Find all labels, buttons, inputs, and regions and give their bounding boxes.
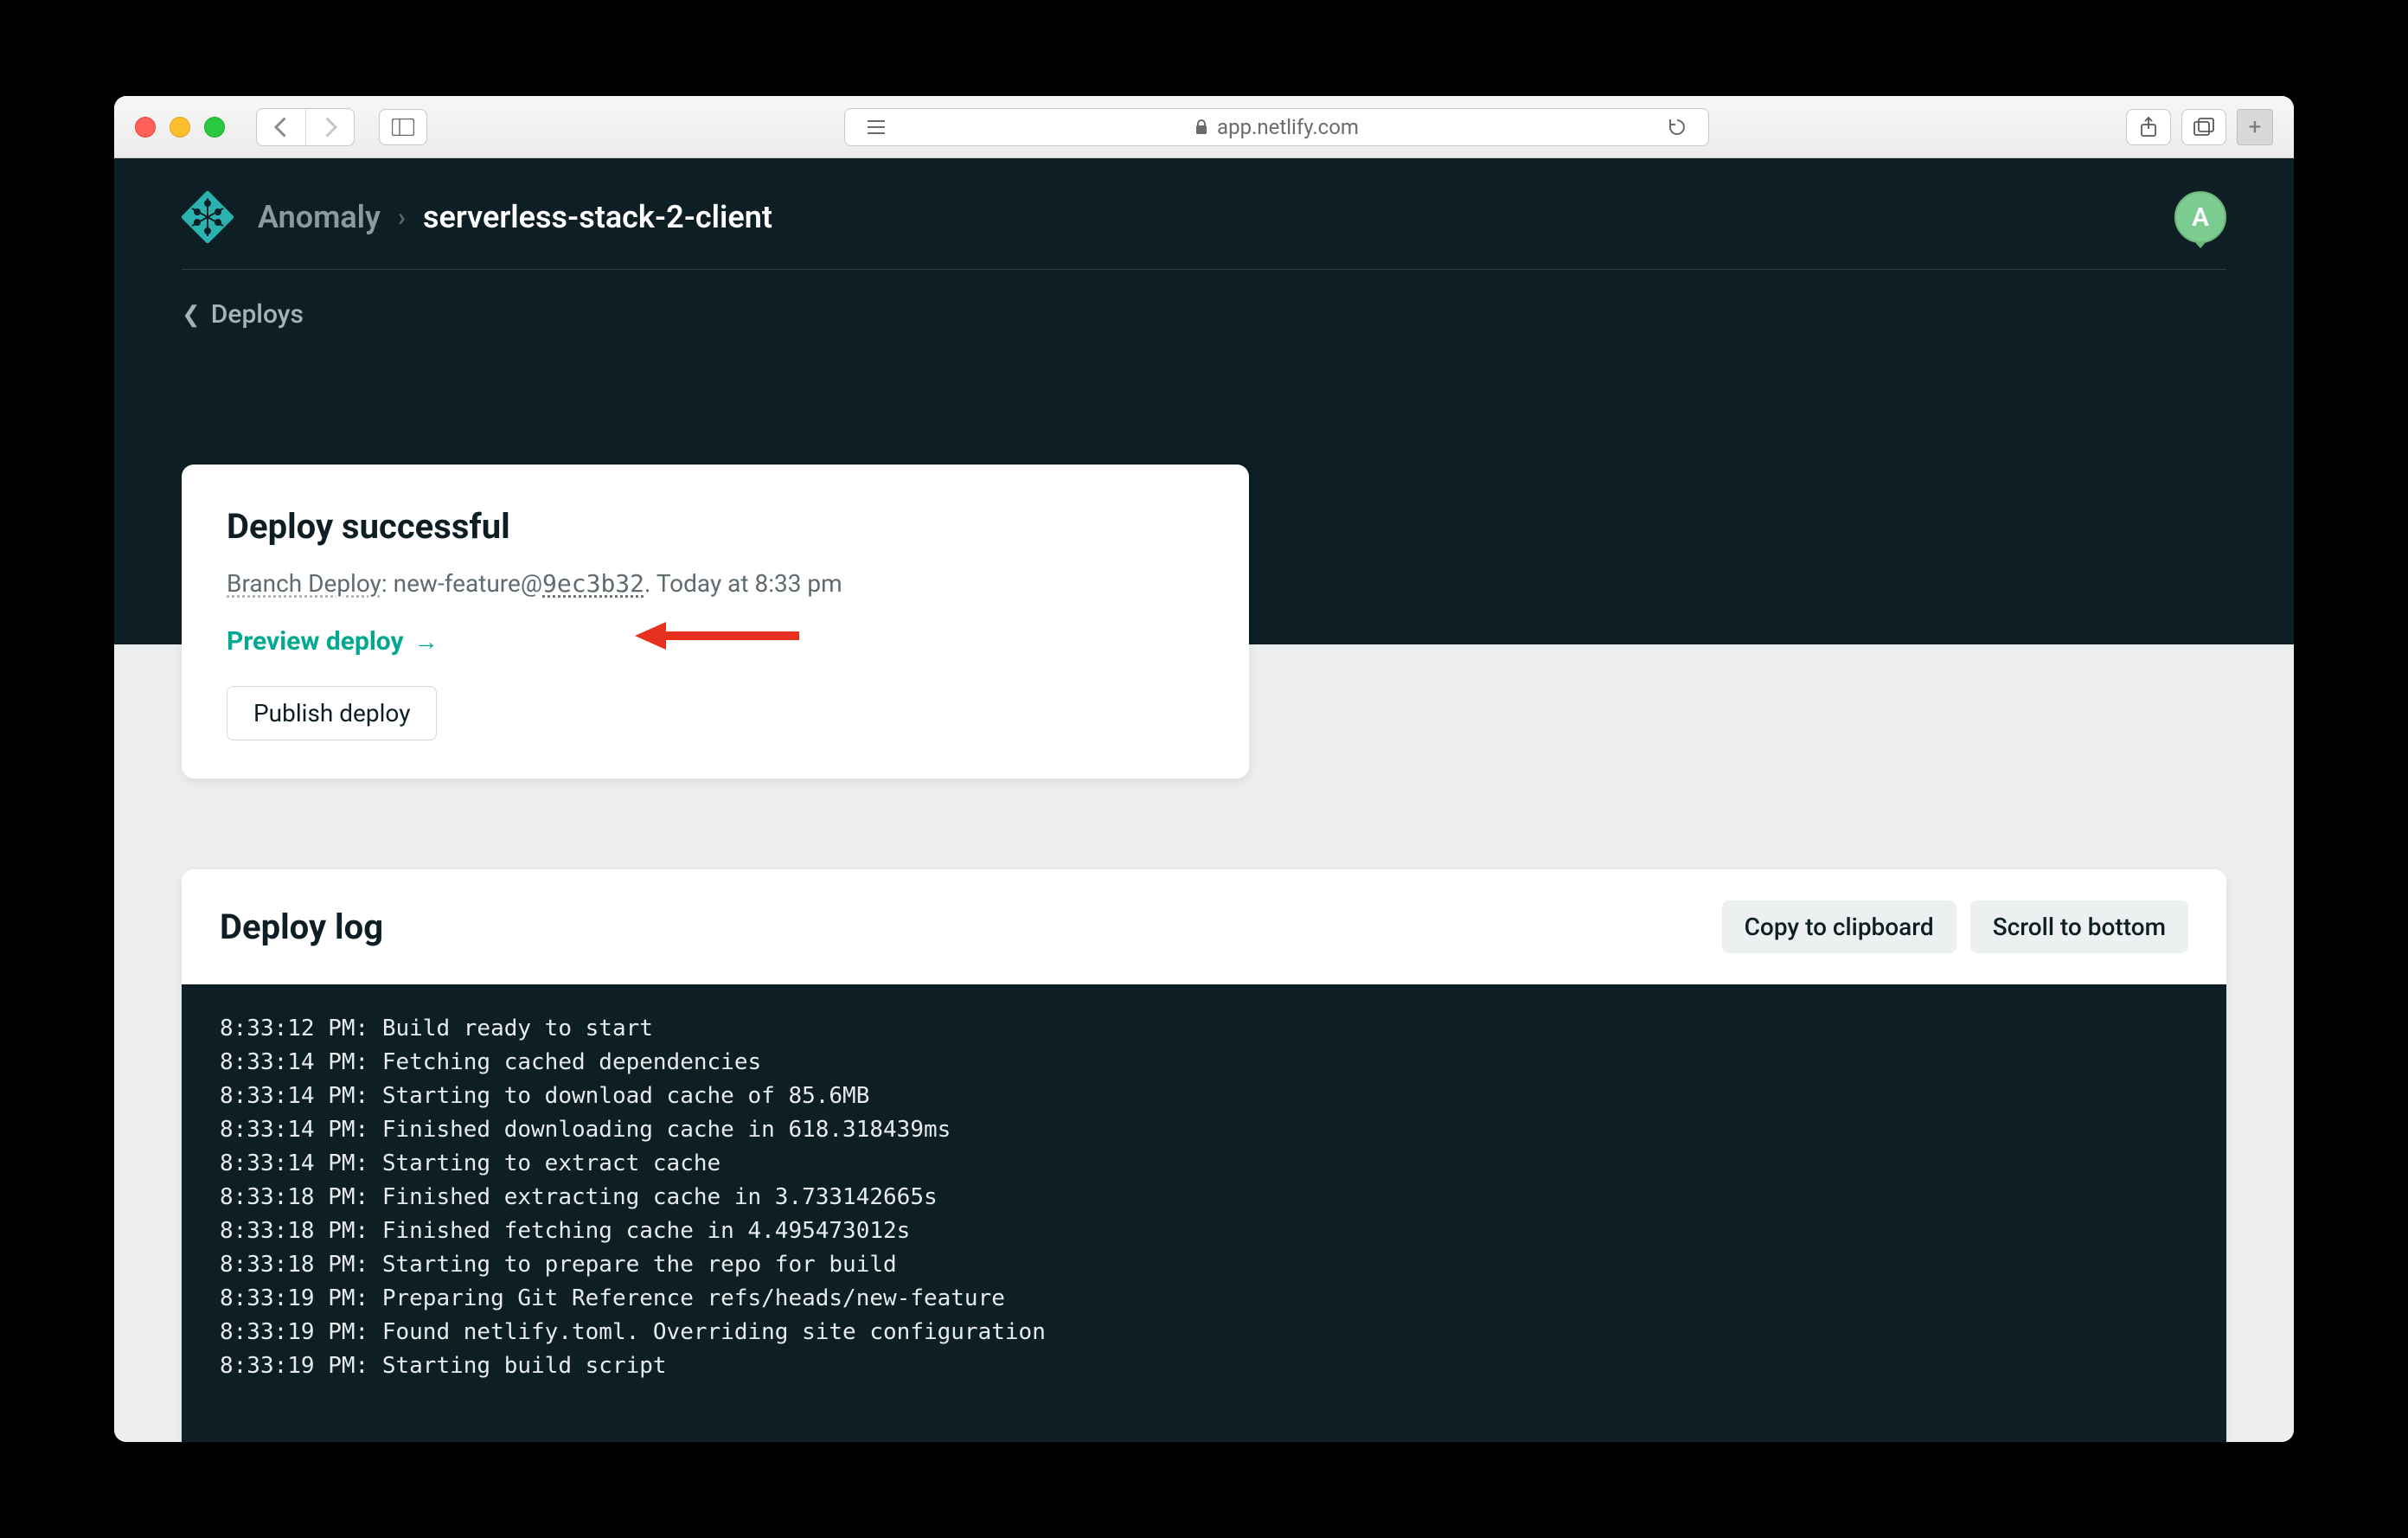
avatar-letter: A — [2192, 202, 2209, 233]
url-text: app.netlify.com — [1217, 115, 1359, 139]
browser-chrome: app.netlify.com + — [114, 96, 2294, 158]
annotation-arrow-icon — [635, 618, 799, 653]
copy-to-clipboard-button[interactable]: Copy to clipboard — [1722, 900, 1956, 953]
back-to-deploys-link[interactable]: ❮ Deploys — [114, 270, 2294, 330]
share-button[interactable] — [2126, 109, 2171, 145]
tabs-button[interactable] — [2181, 109, 2226, 145]
deploy-subtitle: Branch Deploy: new-feature@9ec3b32. Toda… — [227, 566, 1204, 602]
minimize-window-icon[interactable] — [170, 117, 190, 138]
deploy-log-title: Deploy log — [220, 907, 383, 947]
header-bar: Anomaly › serverless-stack-2-client A — [114, 158, 2294, 243]
nav-buttons — [256, 108, 355, 146]
address-bar[interactable]: app.netlify.com — [844, 108, 1709, 146]
preview-deploy-label: Preview deploy — [227, 626, 404, 657]
publish-deploy-button[interactable]: Publish deploy — [227, 686, 437, 740]
netlify-logo-icon[interactable] — [182, 191, 234, 243]
deploy-timestamp: Today at 8:33 pm — [656, 569, 842, 598]
deploy-log-actions: Copy to clipboard Scroll to bottom — [1722, 900, 2188, 953]
branch-name: new-feature — [394, 569, 521, 598]
commit-hash[interactable]: 9ec3b32 — [542, 569, 644, 598]
deploy-log-card: Deploy log Copy to clipboard Scroll to b… — [182, 869, 2226, 1442]
address-bar-wrap: app.netlify.com — [443, 108, 2110, 146]
chevron-left-icon: ❮ — [182, 302, 201, 328]
deploy-summary-card: Deploy successful Branch Deploy: new-fea… — [182, 465, 1249, 779]
breadcrumb-project[interactable]: serverless-stack-2-client — [423, 199, 772, 235]
toolbar-right: + — [2126, 109, 2273, 145]
window-controls — [135, 117, 225, 138]
lock-icon — [1194, 119, 1208, 136]
avatar[interactable]: A — [2174, 191, 2226, 243]
browser-window: app.netlify.com + — [114, 96, 2294, 1442]
deploy-log-header: Deploy log Copy to clipboard Scroll to b… — [182, 869, 2226, 984]
chevron-right-icon: › — [398, 202, 406, 233]
app-content: Anomaly › serverless-stack-2-client A ❮ … — [114, 158, 2294, 1442]
close-window-icon[interactable] — [135, 117, 156, 138]
branch-deploy-label[interactable]: Branch Deploy — [227, 569, 381, 598]
back-label: Deploys — [211, 299, 304, 330]
sidebar-toggle-icon[interactable] — [379, 109, 427, 145]
reader-mode-icon[interactable] — [857, 119, 895, 135]
deploy-title: Deploy successful — [227, 506, 1204, 547]
breadcrumb-team[interactable]: Anomaly — [258, 199, 381, 235]
address-url: app.netlify.com — [895, 115, 1658, 139]
back-button[interactable] — [257, 109, 305, 145]
reload-button[interactable] — [1658, 118, 1696, 137]
forward-button[interactable] — [305, 109, 354, 145]
arrow-right-icon: → — [414, 627, 439, 656]
publish-deploy-label: Publish deploy — [253, 699, 410, 727]
maximize-window-icon[interactable] — [204, 117, 225, 138]
scroll-to-bottom-button[interactable]: Scroll to bottom — [1970, 900, 2188, 953]
new-tab-button[interactable]: + — [2237, 109, 2273, 145]
breadcrumb: Anomaly › serverless-stack-2-client — [258, 199, 772, 235]
preview-deploy-link[interactable]: Preview deploy → — [227, 626, 439, 657]
deploy-log-body[interactable]: 8:33:12 PM: Build ready to start 8:33:14… — [182, 984, 2226, 1442]
